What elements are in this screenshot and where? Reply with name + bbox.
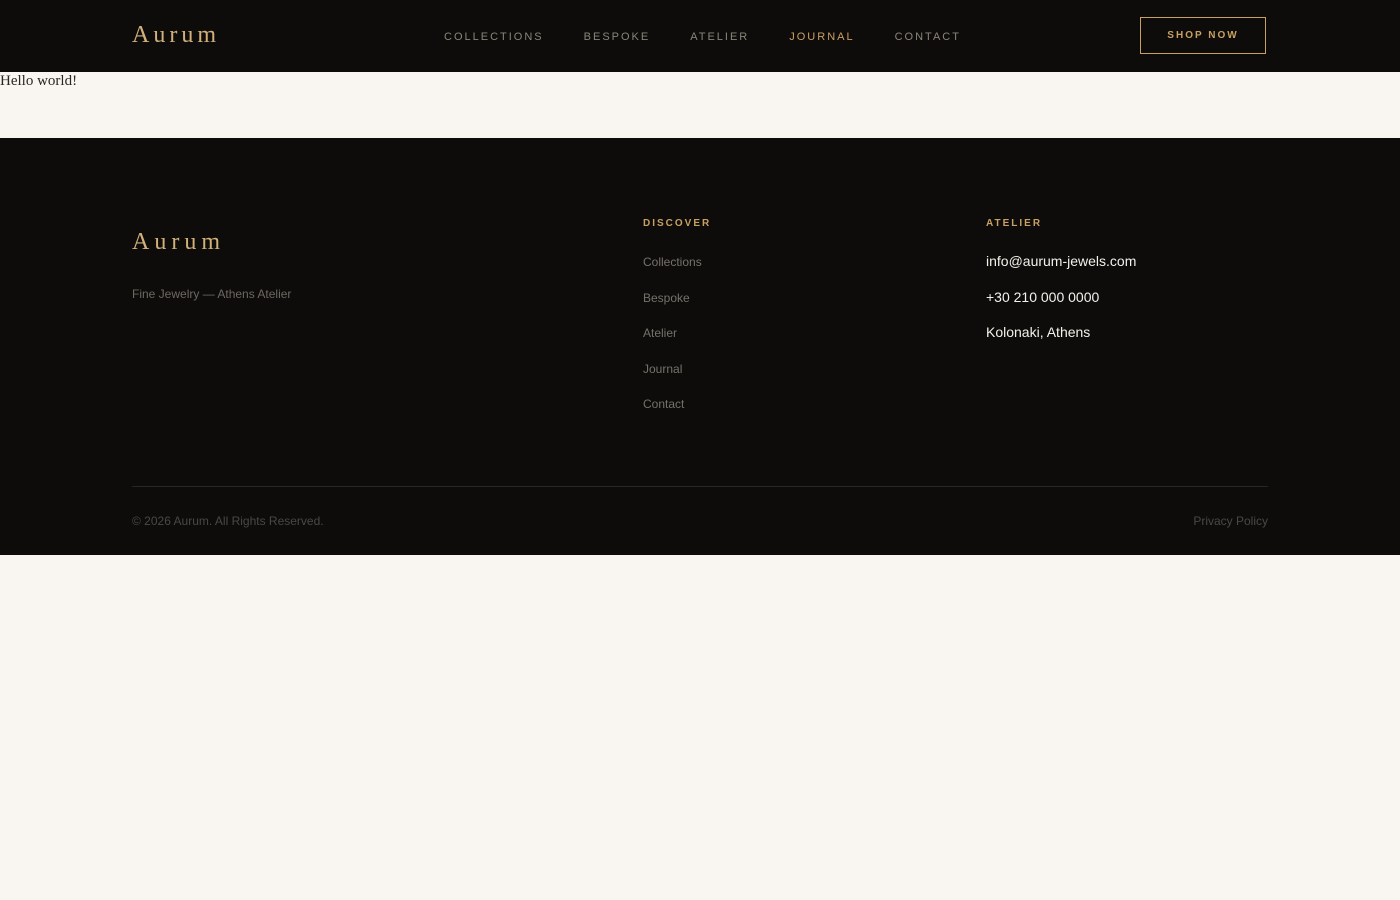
nav-link-bespoke[interactable]: BESPOKE bbox=[584, 30, 651, 44]
contact-address: Kolonaki, Athens bbox=[986, 324, 1091, 340]
atelier-contact-info: info@aurum-jewels.com +30 210 000 0000 K… bbox=[986, 252, 1136, 359]
footer-divider bbox=[132, 486, 1268, 487]
footer-link-journal[interactable]: Journal bbox=[643, 362, 682, 376]
footer-link-item: Journal bbox=[643, 361, 702, 397]
contact-phone[interactable]: +30 210 000 0000 bbox=[986, 288, 1136, 324]
nav-link-journal[interactable]: JOURNAL bbox=[789, 30, 854, 44]
footer-link-item: Bespoke bbox=[643, 290, 702, 326]
footer-link-item: Contact bbox=[643, 396, 702, 432]
main-text: Hello world! bbox=[0, 73, 78, 89]
footer-link-item: Atelier bbox=[643, 325, 702, 361]
nav-link-contact[interactable]: CONTACT bbox=[895, 30, 961, 44]
footer-link-collections[interactable]: Collections bbox=[643, 255, 702, 269]
contact-email[interactable]: info@aurum-jewels.com bbox=[986, 252, 1136, 288]
nav-link-collections[interactable]: COLLECTIONS bbox=[444, 30, 544, 44]
atelier-heading: ATELIER bbox=[986, 218, 1043, 229]
privacy-policy-link[interactable]: Privacy Policy bbox=[1193, 513, 1268, 529]
footer-tagline: Fine Jewelry — Athens Atelier bbox=[132, 287, 292, 301]
brand-logo[interactable]: Aurum bbox=[132, 20, 220, 50]
footer-link-bespoke[interactable]: Bespoke bbox=[643, 291, 690, 305]
nav-link-atelier[interactable]: ATELIER bbox=[690, 30, 749, 44]
discover-heading: DISCOVER bbox=[643, 218, 712, 229]
discover-links: Collections Bespoke Atelier Journal Cont… bbox=[643, 254, 702, 432]
copyright-text: © 2026 Aurum. All Rights Reserved. bbox=[132, 514, 324, 528]
footer-link-atelier[interactable]: Atelier bbox=[643, 326, 677, 340]
shop-now-button[interactable]: SHOP NOW bbox=[1140, 17, 1266, 54]
site-header: Aurum COLLECTIONS BESPOKE ATELIER JOURNA… bbox=[0, 0, 1400, 72]
main-navigation: COLLECTIONS BESPOKE ATELIER JOURNAL CONT… bbox=[444, 30, 961, 44]
site-footer: Aurum Fine Jewelry — Athens Atelier DISC… bbox=[0, 138, 1400, 555]
footer-link-item: Collections bbox=[643, 254, 702, 290]
footer-link-contact[interactable]: Contact bbox=[643, 397, 684, 411]
footer-logo[interactable]: Aurum bbox=[132, 227, 225, 257]
